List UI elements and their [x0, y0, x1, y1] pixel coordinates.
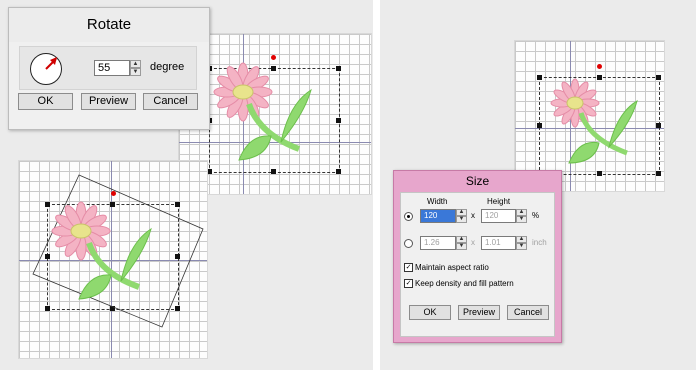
maintain-aspect-checkbox[interactable]: ✓: [404, 263, 413, 272]
width-inch-down[interactable]: ▼: [456, 243, 467, 250]
rotation-handle[interactable]: [271, 55, 276, 60]
embroidery-flower-design: [213, 62, 312, 161]
ok-button[interactable]: OK: [18, 93, 73, 110]
size-dialog: Size Width Height 120 ▲ ▼ x 120 ▲ ▼ % 1.…: [393, 170, 562, 343]
rotate-controls: 55 ▲ ▼ degree: [19, 46, 197, 90]
width-percent-down[interactable]: ▼: [456, 216, 467, 223]
preview-button[interactable]: Preview: [458, 305, 500, 320]
preview-button[interactable]: Preview: [81, 93, 136, 110]
height-header: Height: [487, 197, 511, 206]
rotate-dialog: Rotate 55 ▲ ▼ degree OK Preview Cancel: [8, 7, 210, 130]
width-inch-input[interactable]: 1.26: [420, 236, 456, 250]
height-inch-down[interactable]: ▼: [516, 243, 527, 250]
dialog-title: Size: [465, 174, 490, 188]
maintain-aspect-label: Maintain aspect ratio: [415, 263, 489, 272]
height-inch-up[interactable]: ▲: [516, 236, 527, 243]
width-percent-up[interactable]: ▲: [456, 209, 467, 216]
grid-canvas-rotated-design[interactable]: [18, 160, 208, 359]
ok-button[interactable]: OK: [409, 305, 451, 320]
times-sign: x: [471, 238, 475, 247]
height-inch-input[interactable]: 1.01: [481, 236, 516, 250]
percent-unit: %: [532, 211, 540, 220]
inch-radio[interactable]: [404, 239, 413, 248]
cancel-button[interactable]: Cancel: [143, 93, 198, 110]
angle-up-button[interactable]: ▲: [130, 60, 141, 68]
keep-density-label: Keep density and fill pattern: [415, 279, 514, 288]
width-inch-up[interactable]: ▲: [456, 236, 467, 243]
rotation-handle[interactable]: [597, 64, 602, 69]
height-percent-down[interactable]: ▼: [516, 216, 527, 223]
angle-unit-label: degree: [150, 61, 185, 73]
dial-arrow-icon: [45, 57, 57, 70]
height-percent-up[interactable]: ▲: [516, 209, 527, 216]
cancel-button[interactable]: Cancel: [507, 305, 549, 320]
inch-unit: inch: [532, 238, 547, 247]
height-percent-input[interactable]: 120: [481, 209, 516, 223]
width-percent-input[interactable]: 120: [420, 209, 456, 223]
embroidery-flower-design: [550, 78, 638, 164]
size-controls: Width Height 120 ▲ ▼ x 120 ▲ ▼ % 1.26 ▲ …: [400, 192, 555, 337]
dialog-title: Rotate: [9, 8, 209, 42]
keep-density-checkbox[interactable]: ✓: [404, 279, 413, 288]
rotation-dial[interactable]: [30, 53, 62, 85]
angle-input[interactable]: 55: [94, 60, 130, 76]
embroidery-flower-design: [51, 201, 152, 300]
angle-down-button[interactable]: ▼: [130, 68, 141, 76]
percent-radio[interactable]: [404, 212, 413, 221]
width-header: Width: [427, 197, 448, 206]
times-sign: x: [471, 211, 475, 220]
left-panel: Rotate 55 ▲ ▼ degree OK Preview Cancel: [0, 0, 373, 370]
